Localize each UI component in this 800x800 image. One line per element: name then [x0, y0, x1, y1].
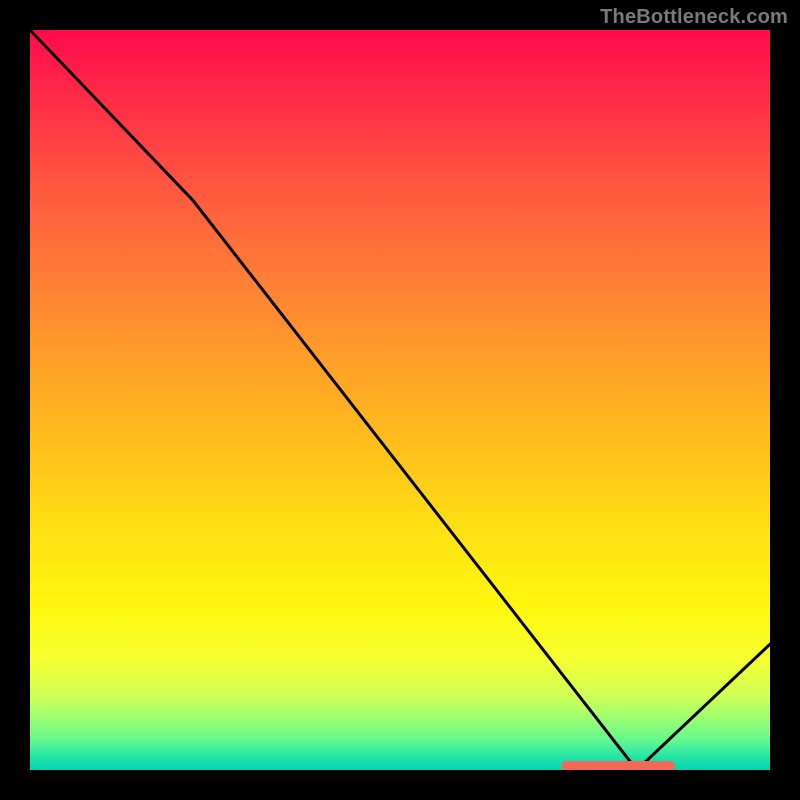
attribution-label: TheBottleneck.com: [600, 6, 788, 29]
chart-container: TheBottleneck.com: [0, 0, 800, 800]
optimum-marker: [563, 762, 674, 770]
bottleneck-curve: [30, 30, 770, 770]
chart-overlay: [30, 30, 770, 770]
plot-area: [30, 30, 770, 770]
